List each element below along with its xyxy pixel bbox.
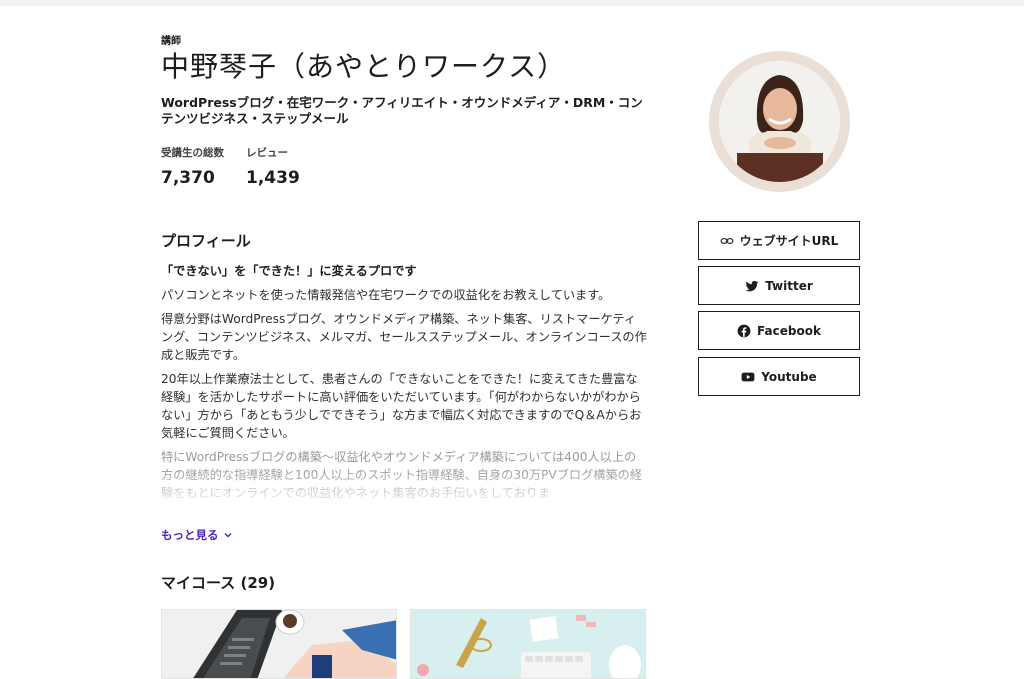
chevron-down-icon <box>223 532 232 538</box>
profile-paragraph: 得意分野はWordPressブログ、オウンドメディア構築、ネット集客、リストマー… <box>161 312 647 362</box>
facebook-icon <box>737 324 751 337</box>
facebook-link-label: Facebook <box>757 323 821 338</box>
show-more-link[interactable]: もっと見る <box>161 527 233 543</box>
instructor-avatar <box>709 35 850 192</box>
profile-lead: 「できない」を「できた！」に変えるプロです <box>161 264 417 278</box>
youtube-link-button[interactable]: Youtube <box>698 357 860 396</box>
instructor-tagline: WordPressブログ・在宅ワーク・アフィリエイト・オウンドメディア・DRM・… <box>161 95 643 126</box>
link-icon <box>720 237 734 244</box>
facebook-link-button[interactable]: Facebook <box>698 311 860 350</box>
instructor-name: 中野琴子（あやとりワークス） <box>161 50 567 83</box>
stat-label: レビュー <box>246 147 288 159</box>
course-thumbnail <box>411 610 645 678</box>
stats: 受講生の総数 7,370 レビュー 1,439 <box>161 145 649 188</box>
show-more-label: もっと見る <box>161 528 219 542</box>
profile-heading: プロフィール <box>161 232 251 250</box>
profile-paragraph: パソコンとネットを使った情報発信や在宅ワークでの収益化をお教えしています。 <box>161 288 611 302</box>
website-link-button[interactable]: ウェブサイトURL <box>698 221 860 260</box>
profile-paragraph-faded: 特にWordPressブログの構築～収益化やオウンドメディア構築については400… <box>161 448 647 510</box>
twitter-link-label: Twitter <box>765 278 813 293</box>
top-bar <box>0 0 1024 6</box>
role-label: 講師 <box>161 36 181 47</box>
stat-reviews: レビュー 1,439 <box>246 145 300 188</box>
courses-heading: マイコース (29) <box>161 574 276 592</box>
course-card[interactable] <box>410 609 646 679</box>
profile-body: 「できない」を「できた！」に変えるプロです パソコンとネットを使った情報発信や在… <box>161 262 647 516</box>
twitter-icon <box>745 280 759 291</box>
profile-paragraph: 20年以上作業療法士として、患者さんの「できないことをできた！に変えてきた豊富な… <box>161 372 642 440</box>
stat-label: 受講生の総数 <box>161 147 224 159</box>
twitter-link-button[interactable]: Twitter <box>698 266 860 305</box>
avatar-photo <box>719 61 840 182</box>
instructor-header: 講師 中野琴子（あやとりワークス） WordPressブログ・在宅ワーク・アフィ… <box>161 32 649 188</box>
stat-value: 7,370 <box>161 168 215 188</box>
youtube-icon <box>741 372 755 381</box>
stat-value: 1,439 <box>246 168 300 188</box>
course-card[interactable] <box>161 609 397 679</box>
youtube-link-label: Youtube <box>761 369 817 384</box>
stat-students: 受講生の総数 7,370 <box>161 145 224 188</box>
website-link-label: ウェブサイトURL <box>739 234 839 248</box>
course-thumbnail <box>162 610 396 678</box>
